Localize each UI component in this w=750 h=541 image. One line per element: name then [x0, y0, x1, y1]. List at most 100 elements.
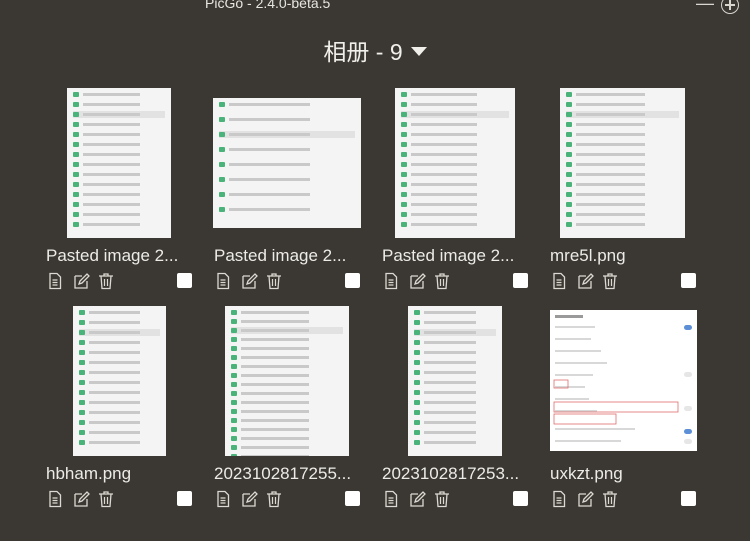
image-file-icon [219, 207, 225, 212]
image-file-icon [231, 445, 237, 450]
info-icon[interactable] [214, 490, 232, 508]
image-thumbnail[interactable] [225, 306, 349, 456]
image-thumbnail[interactable] [73, 306, 166, 456]
edit-icon[interactable] [576, 272, 594, 290]
image-thumbnail[interactable] [560, 88, 685, 238]
image-file-icon [566, 162, 572, 167]
edit-icon[interactable] [72, 490, 90, 508]
filename-line [83, 123, 140, 126]
info-icon[interactable] [382, 272, 400, 290]
image-thumbnail[interactable] [67, 88, 171, 238]
trash-icon[interactable] [601, 490, 619, 508]
image-file-icon [566, 132, 572, 137]
info-icon[interactable] [550, 272, 568, 290]
thumbnail-row [401, 211, 509, 218]
edit-icon[interactable] [72, 272, 90, 290]
select-checkbox[interactable] [177, 491, 192, 506]
image-file-icon [219, 192, 225, 197]
info-icon[interactable] [214, 272, 232, 290]
thumbnail-row [231, 444, 343, 451]
edit-icon[interactable] [408, 272, 426, 290]
filename-line [411, 173, 477, 176]
filename-line [411, 183, 477, 186]
image-actions [550, 272, 700, 292]
select-checkbox[interactable] [513, 491, 528, 506]
edit-icon[interactable] [576, 490, 594, 508]
select-checkbox[interactable] [177, 273, 192, 288]
image-file-icon [566, 212, 572, 217]
album-header[interactable]: 相册 - 9 [0, 33, 750, 67]
filename-line [229, 133, 310, 136]
thumbnail-row [414, 349, 496, 356]
trash-icon[interactable] [601, 272, 619, 290]
thumbnail-row [414, 429, 496, 436]
image-file-icon [79, 360, 85, 365]
thumbnail-row [73, 91, 165, 98]
select-checkbox[interactable] [345, 491, 360, 506]
select-checkbox[interactable] [681, 273, 696, 288]
trash-icon[interactable] [97, 272, 115, 290]
image-file-icon [73, 202, 79, 207]
filename-line [241, 392, 309, 395]
image-file-icon [73, 102, 79, 107]
filename-line [576, 173, 645, 176]
image-file-icon [414, 420, 420, 425]
select-checkbox[interactable] [513, 273, 528, 288]
image-file-icon [231, 391, 237, 396]
image-file-icon [79, 440, 85, 445]
filename-line [83, 103, 140, 106]
image-file-icon [73, 112, 79, 117]
info-icon[interactable] [46, 272, 64, 290]
filename-line [411, 93, 477, 96]
filename-line [411, 123, 477, 126]
thumbnail-row [401, 131, 509, 138]
image-file-icon [79, 350, 85, 355]
thumbnail-row [414, 409, 496, 416]
info-icon[interactable] [46, 490, 64, 508]
image-thumbnail[interactable] [408, 306, 502, 456]
thumbnail-row [414, 389, 496, 396]
edit-icon[interactable] [240, 272, 258, 290]
filename-line [89, 441, 140, 444]
thumbnail-row [231, 318, 343, 325]
image-thumbnail[interactable] [550, 310, 697, 451]
image-file-icon [414, 380, 420, 385]
image-thumbnail[interactable] [395, 88, 515, 238]
trash-icon[interactable] [265, 272, 283, 290]
filename-line [83, 93, 140, 96]
image-file-icon [73, 142, 79, 147]
image-actions [382, 272, 532, 292]
thumbnail-row [566, 141, 679, 148]
info-icon[interactable] [550, 490, 568, 508]
trash-icon[interactable] [433, 490, 451, 508]
trash-icon[interactable] [433, 272, 451, 290]
image-file-icon [401, 152, 407, 157]
select-checkbox[interactable] [345, 273, 360, 288]
image-file-icon [414, 400, 420, 405]
info-icon[interactable] [382, 490, 400, 508]
thumbnail-row [414, 419, 496, 426]
filename-line [83, 153, 140, 156]
image-file-icon [79, 320, 85, 325]
select-checkbox[interactable] [681, 491, 696, 506]
image-thumbnail[interactable] [213, 98, 361, 228]
filename-line [424, 311, 476, 314]
filename-line [424, 401, 476, 404]
image-name: uxkzt.png [550, 464, 623, 483]
trash-icon[interactable] [97, 490, 115, 508]
edit-icon[interactable] [408, 490, 426, 508]
image-actions [46, 490, 196, 510]
image-name: mre5l.png [550, 246, 626, 265]
image-file-icon [231, 454, 237, 456]
filename-line [229, 103, 310, 106]
trash-icon[interactable] [265, 490, 283, 508]
image-file-icon [79, 370, 85, 375]
caret-down-icon[interactable] [410, 47, 427, 57]
edit-icon[interactable] [240, 490, 258, 508]
minimize-icon[interactable]: — [696, 0, 714, 12]
thumbnail-row [401, 191, 509, 198]
add-circle-icon[interactable] [721, 0, 739, 14]
filename-line [576, 213, 645, 216]
image-file-icon [401, 192, 407, 197]
thumbnail-row [231, 363, 343, 370]
